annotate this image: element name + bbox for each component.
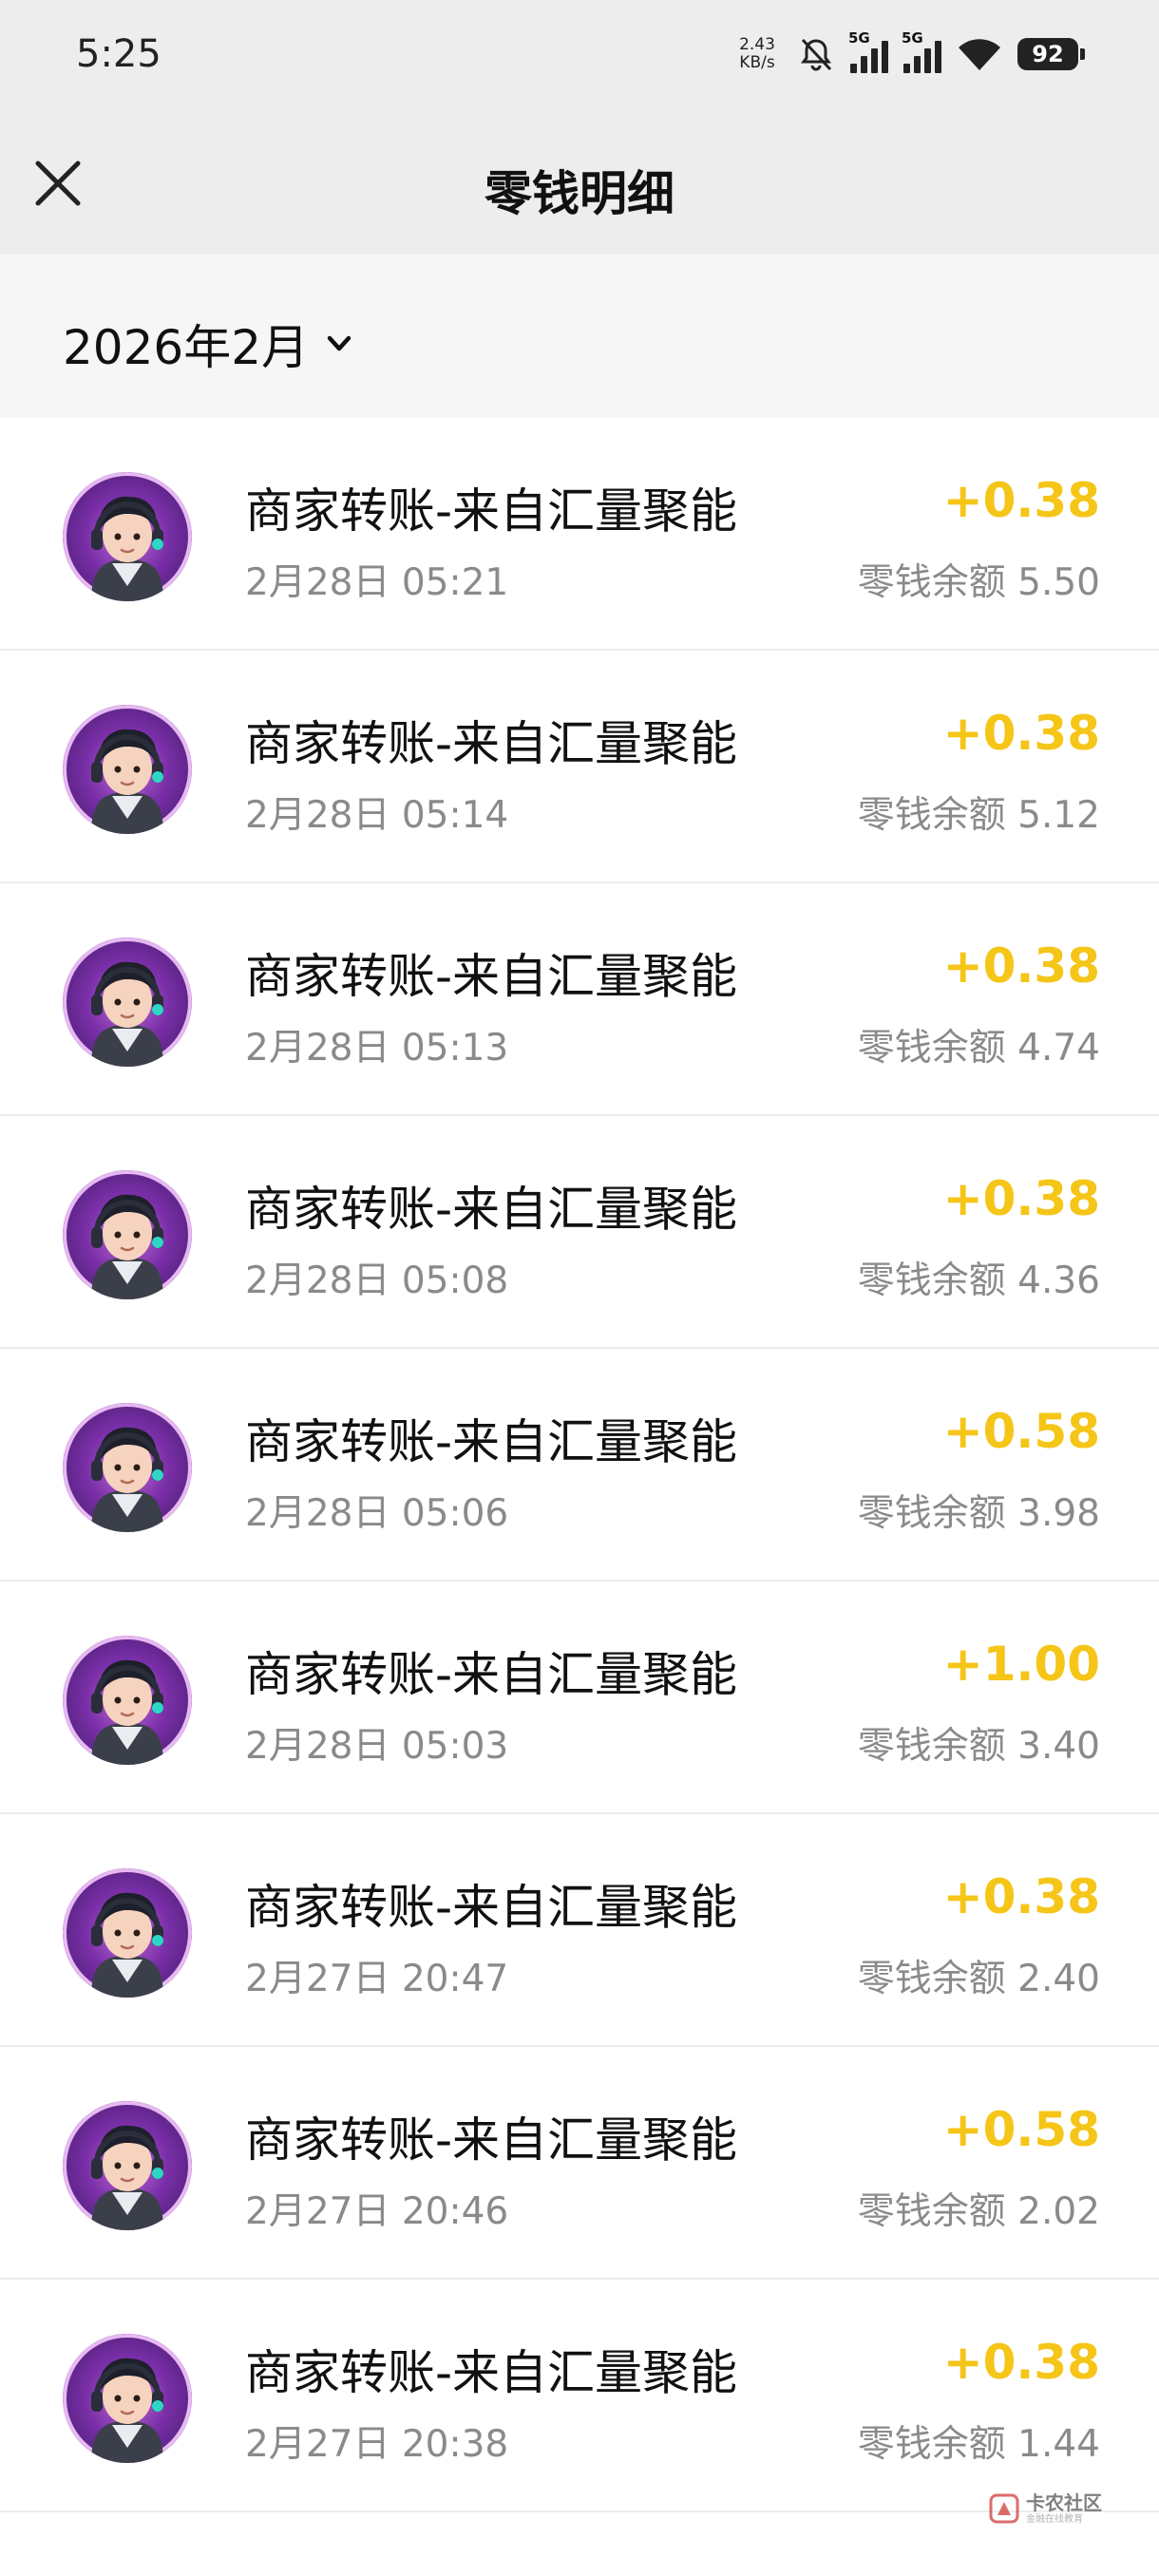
network-speed-value: 2.43 <box>739 35 775 54</box>
transaction-balance: 零钱余额 2.40 <box>857 1958 1100 2000</box>
bell-muted-icon <box>801 38 832 71</box>
transaction-title: 商家转账-来自汇量聚能 <box>245 716 738 771</box>
network-speed: 2.43 KB/s <box>732 36 782 72</box>
transaction-time: 2月28日 05:14 <box>245 794 509 837</box>
transaction-amount: +0.58 <box>942 2102 1100 2157</box>
chevron-down-icon <box>327 335 352 351</box>
transaction-amount: +0.38 <box>942 473 1100 528</box>
battery-level: 92 <box>1017 38 1078 70</box>
merchant-avatar <box>63 2334 192 2463</box>
transaction-time: 2月28日 05:03 <box>245 1725 509 1768</box>
transaction-time: 2月27日 20:47 <box>245 1958 509 2000</box>
avatar-image <box>63 472 192 601</box>
status-bar: 5:25 2.43 KB/s 5G 5G 92 <box>0 0 1159 114</box>
merchant-avatar <box>63 1636 192 1765</box>
avatar-image <box>63 1636 192 1765</box>
transaction-balance: 零钱余额 1.44 <box>857 2423 1100 2466</box>
transaction-list: 商家转账-来自汇量聚能 2月28日 05:21 +0.38 零钱余额 5.50 … <box>0 418 1159 2512</box>
transaction-time: 2月27日 20:38 <box>245 2423 509 2466</box>
merchant-avatar <box>63 1868 192 1998</box>
transaction-balance: 零钱余额 4.74 <box>857 1027 1100 1070</box>
transaction-amount: +1.00 <box>942 1637 1100 1692</box>
signal-icon: 5G <box>902 29 941 73</box>
transaction-row[interactable]: 商家转账-来自汇量聚能 2月28日 05:21 +0.38 零钱余额 5.50 <box>0 418 1159 651</box>
merchant-avatar <box>63 1170 192 1299</box>
transaction-time: 2月28日 05:21 <box>245 561 509 604</box>
transaction-row[interactable]: 商家转账-来自汇量聚能 2月28日 05:06 +0.58 零钱余额 3.98 <box>0 1349 1159 1582</box>
signal-icon: 5G <box>848 29 888 73</box>
transaction-title: 商家转账-来自汇量聚能 <box>245 2112 738 2168</box>
merchant-avatar <box>63 705 192 834</box>
avatar-image <box>63 705 192 834</box>
transaction-row[interactable]: 商家转账-来自汇量聚能 2月28日 05:03 +1.00 零钱余额 3.40 <box>0 1582 1159 1814</box>
merchant-avatar <box>63 938 192 1067</box>
transaction-balance: 零钱余额 3.98 <box>857 1492 1100 1535</box>
transaction-time: 2月28日 05:13 <box>245 1027 509 1070</box>
transaction-balance: 零钱余额 2.02 <box>857 2190 1100 2233</box>
transaction-row[interactable]: 商家转账-来自汇量聚能 2月27日 20:47 +0.38 零钱余额 2.40 <box>0 1814 1159 2047</box>
transaction-amount: +0.38 <box>942 1171 1100 1226</box>
month-label: 2026年2月 <box>63 320 310 375</box>
transaction-time: 2月28日 05:08 <box>245 1260 509 1302</box>
avatar-image <box>63 1868 192 1998</box>
transaction-amount: +0.38 <box>942 2335 1100 2390</box>
sim1-label: 5G <box>848 29 870 47</box>
transaction-time: 2月27日 20:46 <box>245 2190 509 2233</box>
avatar-image <box>63 938 192 1067</box>
status-time: 5:25 <box>76 32 162 76</box>
transaction-row[interactable]: 商家转账-来自汇量聚能 2月28日 05:08 +0.38 零钱余额 4.36 <box>0 1116 1159 1349</box>
transaction-title: 商家转账-来自汇量聚能 <box>245 2345 738 2400</box>
transaction-title: 商家转账-来自汇量聚能 <box>245 1182 738 1237</box>
transaction-amount: +0.38 <box>942 938 1100 994</box>
transaction-row[interactable]: 商家转账-来自汇量聚能 2月27日 20:46 +0.58 零钱余额 2.02 <box>0 2047 1159 2280</box>
watermark-logo <box>989 2493 1019 2524</box>
transaction-balance: 零钱余额 5.50 <box>857 561 1100 604</box>
transaction-amount: +0.38 <box>942 1869 1100 1924</box>
status-icons: 2.43 KB/s 5G 5G 92 <box>732 28 1085 80</box>
transaction-row[interactable]: 商家转账-来自汇量聚能 2月27日 20:38 +0.38 零钱余额 1.44 <box>0 2280 1159 2512</box>
transaction-title: 商家转账-来自汇量聚能 <box>245 1880 738 1935</box>
battery-icon: 92 <box>1017 38 1085 70</box>
merchant-avatar <box>63 2101 192 2230</box>
transaction-title: 商家转账-来自汇量聚能 <box>245 949 738 1004</box>
merchant-avatar <box>63 472 192 601</box>
transaction-title: 商家转账-来自汇量聚能 <box>245 1647 738 1702</box>
avatar-image <box>63 2334 192 2463</box>
watermark: 卡农社区 金融在线教育 <box>988 2492 1102 2525</box>
transaction-balance: 零钱余额 5.12 <box>857 794 1100 837</box>
transaction-title: 商家转账-来自汇量聚能 <box>245 483 738 539</box>
transaction-amount: +0.38 <box>942 706 1100 761</box>
merchant-avatar <box>63 1403 192 1532</box>
transaction-time: 2月28日 05:06 <box>245 1492 509 1535</box>
sim2-label: 5G <box>902 29 923 47</box>
nav-bar: 零钱明细 <box>0 114 1159 255</box>
network-speed-unit: KB/s <box>739 53 775 72</box>
transaction-amount: +0.58 <box>942 1404 1100 1459</box>
page-title: 零钱明细 <box>484 166 674 221</box>
watermark-text: 卡农社区 <box>1026 2491 1102 2514</box>
avatar-image <box>63 2101 192 2230</box>
transaction-row[interactable]: 商家转账-来自汇量聚能 2月28日 05:14 +0.38 零钱余额 5.12 <box>0 651 1159 883</box>
avatar-image <box>63 1170 192 1299</box>
transaction-balance: 零钱余额 4.36 <box>857 1260 1100 1302</box>
transaction-row[interactable]: 商家转账-来自汇量聚能 2月28日 05:13 +0.38 零钱余额 4.74 <box>0 883 1159 1116</box>
watermark-subtext: 金融在线教育 <box>1026 2513 1083 2525</box>
wifi-icon <box>959 39 1000 70</box>
month-picker[interactable]: 2026年2月 <box>63 310 356 378</box>
month-filter-bar: 2026年2月 <box>0 255 1159 418</box>
transaction-balance: 零钱余额 3.40 <box>857 1725 1100 1768</box>
transaction-title: 商家转账-来自汇量聚能 <box>245 1414 738 1469</box>
avatar-image <box>63 1403 192 1532</box>
